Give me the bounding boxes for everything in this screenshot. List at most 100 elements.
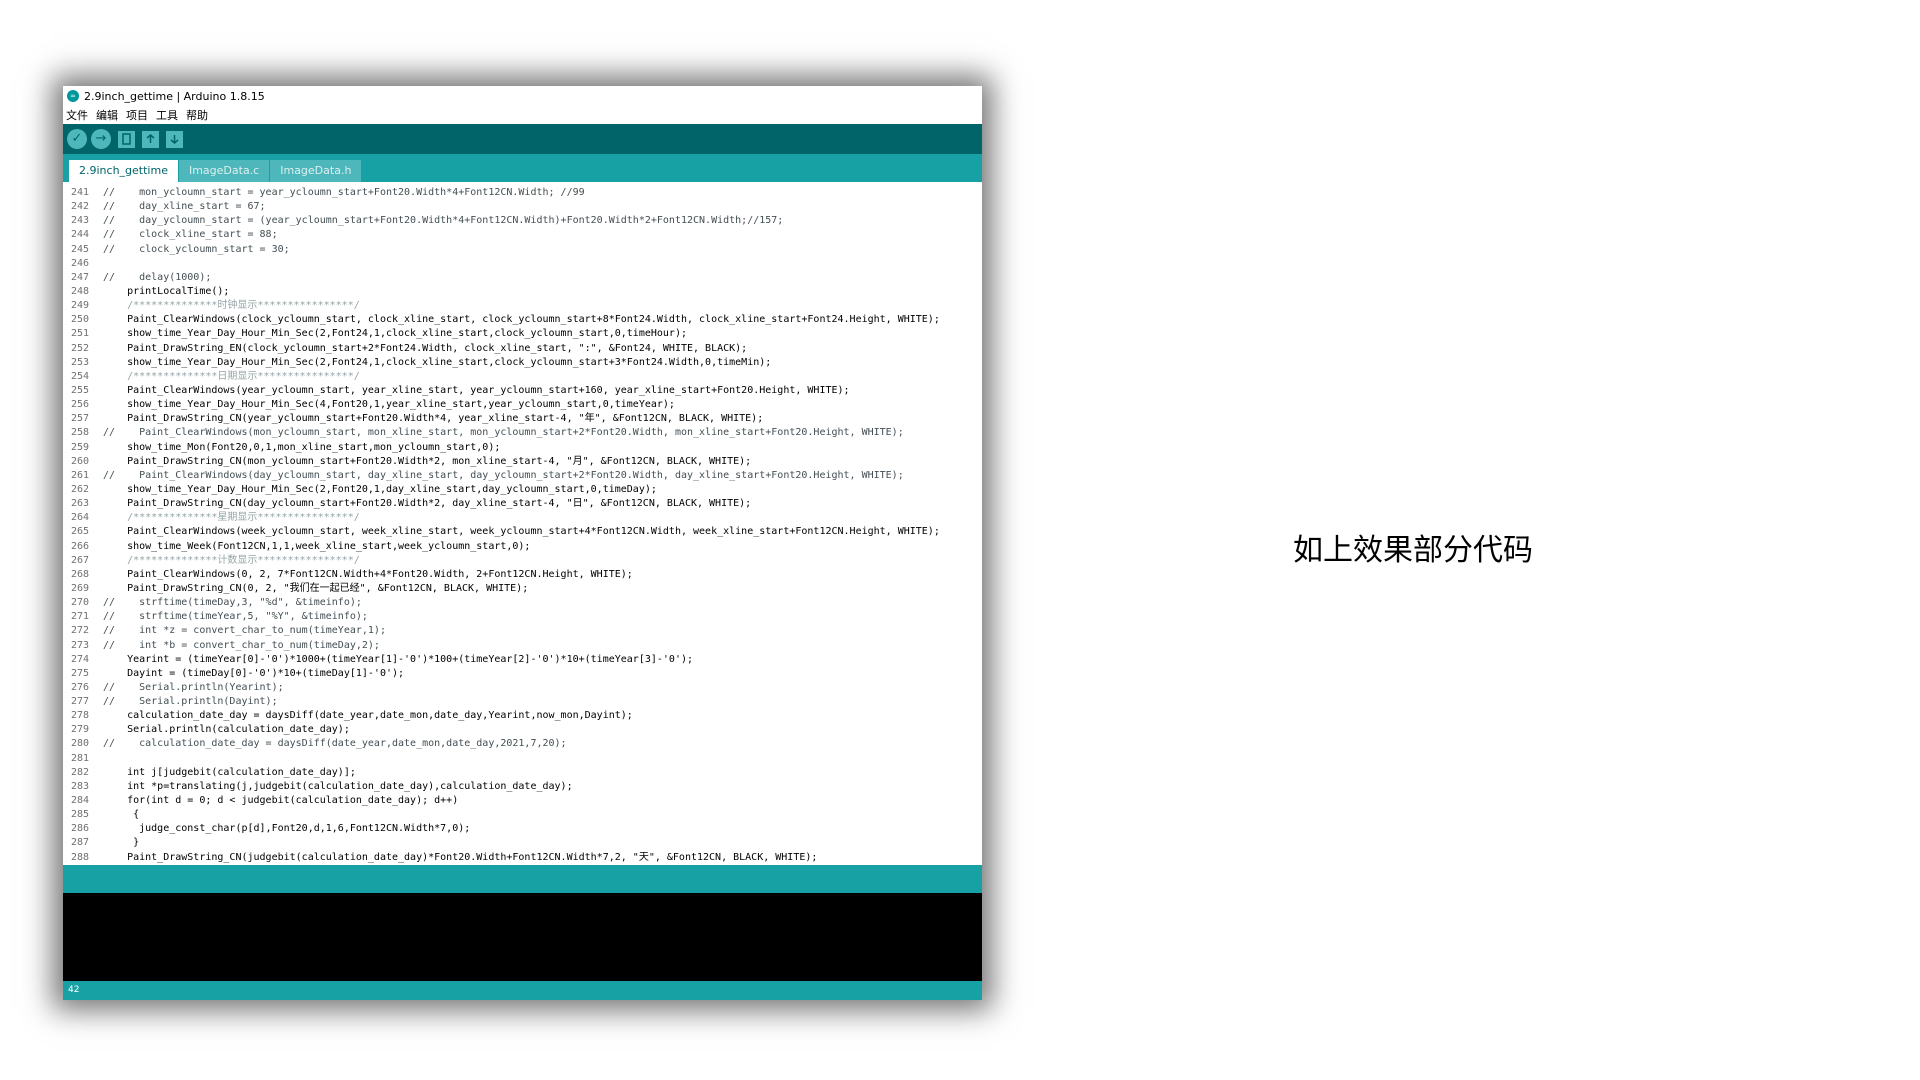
open-icon	[146, 133, 155, 143]
code-line[interactable]: // Serial.println(Yearint);	[103, 681, 982, 695]
line-number: 245	[70, 243, 89, 255]
menu-tools[interactable]: 工具	[153, 107, 183, 123]
code-line[interactable]: // day_xline_start = 67;	[103, 200, 982, 214]
code-line[interactable]: // calculation_date_day = daysDiff(date_…	[103, 737, 982, 751]
code-line[interactable]: // clock_ycloumn_start = 30;	[103, 243, 982, 257]
menu-bar: 文件 编辑 项目 工具 帮助	[63, 106, 982, 124]
line-number: 284	[70, 795, 89, 807]
code-line[interactable]: show_time_Year_Day_Hour_Min_Sec(2,Font24…	[103, 356, 982, 370]
line-number: 278	[70, 710, 89, 722]
code-line[interactable]: Paint_DrawString_CN(day_ycloumn_start+Fo…	[103, 497, 982, 511]
code-line[interactable]: show_time_Mon(Font20,0,1,mon_xline_start…	[103, 441, 982, 455]
menu-sketch[interactable]: 项目	[123, 107, 153, 123]
code-line[interactable]: // Paint_ClearWindows(day_ycloumn_start,…	[103, 469, 982, 483]
line-number: 273	[70, 639, 89, 651]
line-number: 281	[70, 752, 89, 764]
code-line[interactable]: Yearint = (timeYear[0]-'0')*1000+(timeYe…	[103, 653, 982, 667]
code-line[interactable]: // int *b = convert_char_to_num(timeDay,…	[103, 639, 982, 653]
code-line[interactable]: /**************星期显示****************/	[103, 511, 982, 525]
line-number: 268	[70, 568, 89, 580]
line-number: 265	[70, 526, 89, 538]
line-number: 282	[70, 766, 89, 778]
code-editor[interactable]: 241 242 243 244 245 246 247 248 249 250 251 252 253 2…	[63, 182, 982, 952]
current-line-number: 42	[68, 985, 80, 995]
arrow-right-icon: →	[95, 131, 107, 146]
code-line[interactable]: Paint_ClearWindows(clock_ycloumn_start, …	[103, 313, 982, 327]
tab-imagedata-c[interactable]: ImageData.c	[178, 160, 270, 182]
menu-file[interactable]: 文件	[63, 107, 93, 123]
code-line[interactable]: /**************时钟显示****************/	[103, 299, 982, 313]
code-line[interactable]: // strftime(timeDay,3, "%d", &timeinfo);	[103, 596, 982, 610]
code-line[interactable]: // Paint_ClearWindows(mon_ycloumn_start,…	[103, 426, 982, 440]
new-file-icon	[122, 132, 131, 145]
code-line[interactable]: Paint_DrawString_CN(judgebit(calculation…	[103, 851, 982, 865]
line-number: 259	[70, 441, 89, 453]
code-line[interactable]: // strftime(timeYear,5, "%Y", &timeinfo)…	[103, 610, 982, 624]
code-line[interactable]	[103, 257, 982, 271]
menu-edit[interactable]: 编辑	[93, 107, 123, 123]
code-line[interactable]: show_time_Year_Day_Hour_Min_Sec(2,Font20…	[103, 483, 982, 497]
tab-2-9inch-gettime[interactable]: 2.9inch_gettime	[69, 160, 178, 182]
line-number: 256	[70, 399, 89, 411]
code-line[interactable]: /**************日期显示****************/	[103, 370, 982, 384]
code-line[interactable]: int j[judgebit(calculation_date_day)];	[103, 766, 982, 780]
line-number: 286	[70, 823, 89, 835]
code-line[interactable]: int *p=translating(j,judgebit(calculatio…	[103, 780, 982, 794]
line-number: 243	[70, 215, 89, 227]
verify-button[interactable]: ✓	[67, 129, 87, 149]
code-line[interactable]: show_time_Year_Day_Hour_Min_Sec(4,Font20…	[103, 398, 982, 412]
line-number: 253	[70, 356, 89, 368]
menu-help[interactable]: 帮助	[183, 107, 213, 123]
line-number: 280	[70, 738, 89, 750]
code-line[interactable]: // Serial.println(Dayint);	[103, 695, 982, 709]
save-icon	[170, 134, 179, 144]
open-button[interactable]	[142, 130, 159, 148]
code-line[interactable]: // day_ycloumn_start = (year_ycloumn_sta…	[103, 214, 982, 228]
line-number: 257	[70, 413, 89, 425]
arduino-logo-icon: ∞	[67, 90, 79, 102]
line-number: 244	[70, 229, 89, 241]
code-line[interactable]: Paint_DrawString_EN(clock_ycloumn_start+…	[103, 342, 982, 356]
code-line[interactable]: /**************计数显示****************/	[103, 554, 982, 568]
line-number: 274	[70, 653, 89, 665]
code-line[interactable]: // int *z = convert_char_to_num(timeYear…	[103, 624, 982, 638]
code-area[interactable]: // mon_ycloumn_start = year_ycloumn_star…	[103, 186, 982, 865]
save-button[interactable]	[166, 130, 183, 148]
code-line[interactable]	[103, 752, 982, 766]
code-line[interactable]: // delay(1000);	[103, 271, 982, 285]
code-line[interactable]: // clock_xline_start = 88;	[103, 228, 982, 242]
code-line[interactable]: // mon_ycloumn_start = year_ycloumn_star…	[103, 186, 982, 200]
code-line[interactable]: for(int d = 0; d < judgebit(calculation_…	[103, 794, 982, 808]
line-number-gutter: 241 242 243 244 245 246 247 248 249 250 251 252 253 2…	[63, 186, 89, 865]
line-number: 285	[70, 809, 89, 821]
code-line[interactable]: }	[103, 836, 982, 850]
arduino-window: ∞ 2.9inch_gettime | Arduino 1.8.15 文件 编辑…	[63, 86, 982, 1000]
line-number: 260	[70, 455, 89, 467]
new-file-button[interactable]	[118, 130, 135, 148]
code-line[interactable]: Paint_ClearWindows(0, 2, 7*Font12CN.Widt…	[103, 568, 982, 582]
code-line[interactable]: Paint_ClearWindows(year_ycloumn_start, y…	[103, 384, 982, 398]
code-line[interactable]: show_time_Week(Font12CN,1,1,week_xline_s…	[103, 540, 982, 554]
code-line[interactable]: Paint_DrawString_CN(year_ycloumn_start+F…	[103, 412, 982, 426]
line-number: 248	[70, 285, 89, 297]
upload-button[interactable]: →	[91, 129, 111, 149]
code-line[interactable]: calculation_date_day = daysDiff(date_yea…	[103, 709, 982, 723]
title-bar[interactable]: ∞ 2.9inch_gettime | Arduino 1.8.15	[63, 86, 982, 106]
line-number: 252	[70, 342, 89, 354]
code-line[interactable]: judge_const_char(p[d],Font20,d,1,6,Font1…	[103, 822, 982, 836]
code-line[interactable]: Paint_DrawString_CN(0, 2, "我们在一起已经", &Fo…	[103, 582, 982, 596]
line-number: 250	[70, 314, 89, 326]
console-output[interactable]	[63, 893, 982, 981]
line-number: 264	[70, 512, 89, 524]
code-line[interactable]: Dayint = (timeDay[0]-'0')*10+(timeDay[1]…	[103, 667, 982, 681]
code-line[interactable]: Paint_ClearWindows(week_ycloumn_start, w…	[103, 525, 982, 539]
line-number: 279	[70, 724, 89, 736]
code-line[interactable]: show_time_Year_Day_Hour_Min_Sec(2,Font24…	[103, 327, 982, 341]
tab-imagedata-h[interactable]: ImageData.h	[270, 160, 362, 182]
code-line[interactable]: Serial.println(calculation_date_day);	[103, 723, 982, 737]
code-line[interactable]: {	[103, 808, 982, 822]
slide-caption: 如上效果部分代码	[1293, 533, 1533, 568]
line-number: 267	[70, 554, 89, 566]
code-line[interactable]: printLocalTime();	[103, 285, 982, 299]
code-line[interactable]: Paint_DrawString_CN(mon_ycloumn_start+Fo…	[103, 455, 982, 469]
